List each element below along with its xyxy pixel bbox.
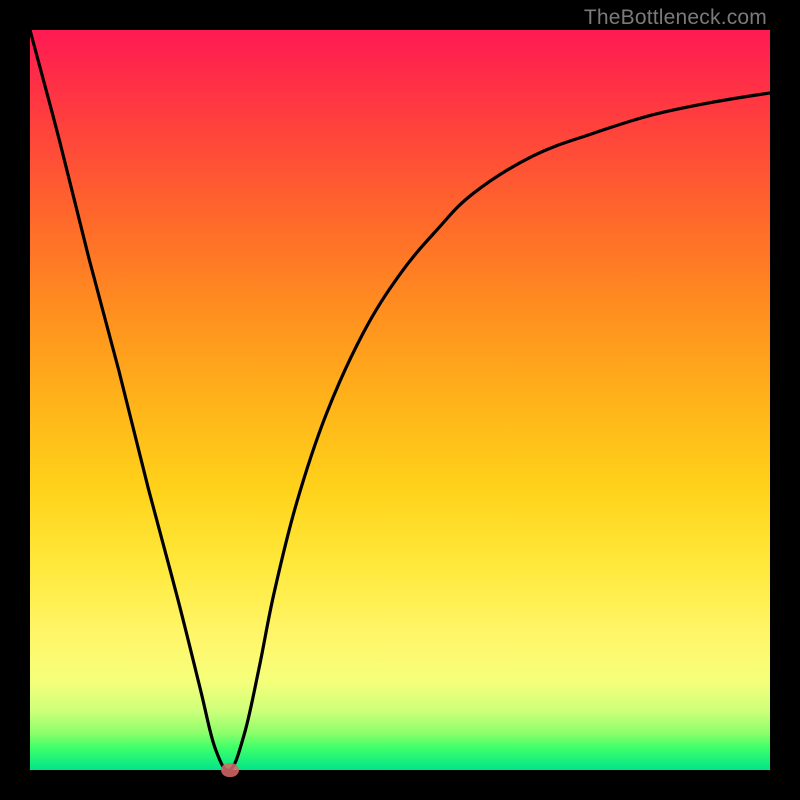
curve-svg [30, 30, 770, 770]
plot-area [30, 30, 770, 770]
chart-frame: TheBottleneck.com [0, 0, 800, 800]
watermark-text: TheBottleneck.com [584, 6, 767, 30]
bottleneck-curve [30, 30, 770, 770]
optimal-point-marker [221, 763, 239, 777]
